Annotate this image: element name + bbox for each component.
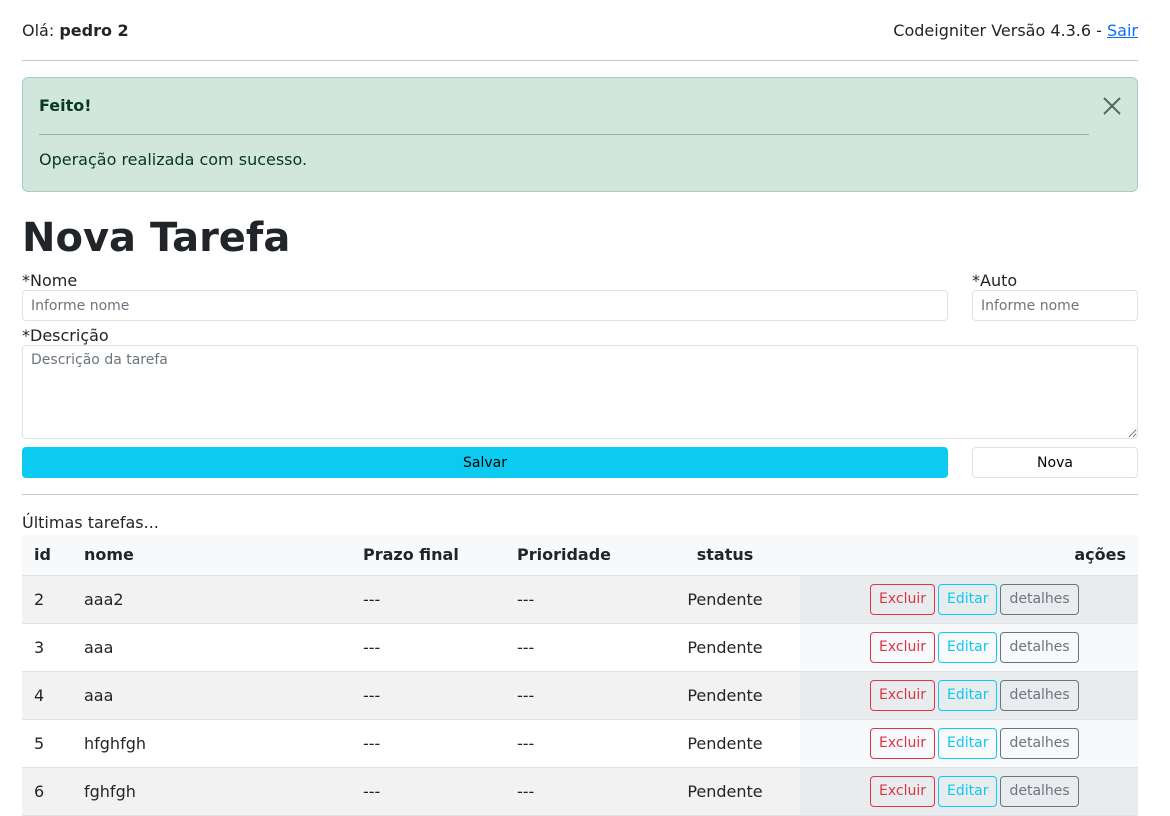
- cell-actions: Excluir Editar detalhes: [800, 623, 1138, 672]
- edit-button[interactable]: Editar: [938, 727, 998, 759]
- list-caption: Últimas tarefas...: [22, 513, 159, 532]
- cell-status: Pendente: [650, 719, 800, 768]
- cell-status: Pendente: [650, 575, 800, 624]
- descricao-label: *Descrição: [22, 326, 109, 345]
- delete-button[interactable]: Excluir: [870, 631, 935, 663]
- auto-group: *Auto: [972, 268, 1138, 321]
- cell-prioridade: ---: [505, 671, 650, 720]
- cell-prazo: ---: [351, 767, 505, 816]
- table-row: 5 hfghfgh --- --- Pendente Excluir Editar…: [22, 719, 1138, 768]
- details-button[interactable]: detalhes: [1000, 631, 1079, 663]
- col-prazo: Prazo final: [351, 535, 505, 576]
- cell-prioridade: ---: [505, 719, 650, 768]
- table-row: 4 aaa --- --- Pendente Excluir Editar deta…: [22, 671, 1138, 720]
- page-title: Nova Tarefa: [22, 215, 291, 261]
- save-button[interactable]: Salvar: [22, 447, 948, 478]
- success-alert: Feito! Operação realizada com sucesso.: [22, 77, 1138, 192]
- version-text: Codeigniter Versão 4.3.6 -: [893, 20, 1102, 40]
- alert-title: Feito!: [39, 96, 92, 115]
- col-status: status: [650, 535, 800, 576]
- table-header-row: id nome Prazo final Prioridade status aç…: [22, 535, 1138, 576]
- details-button[interactable]: detalhes: [1000, 775, 1079, 807]
- topbar: Olá: pedro 2 Codeigniter Versão 4.3.6 - …: [22, 0, 1138, 61]
- tasks-table: id nome Prazo final Prioridade status aç…: [22, 535, 1138, 816]
- cell-prazo: ---: [351, 719, 505, 768]
- descricao-textarea[interactable]: [22, 345, 1138, 439]
- nome-input[interactable]: [22, 290, 948, 321]
- table-row: 3 aaa --- --- Pendente Excluir Editar deta…: [22, 623, 1138, 672]
- cell-actions: Excluir Editar detalhes: [800, 719, 1138, 768]
- cell-nome: fghfgh: [72, 767, 351, 816]
- cell-actions: Excluir Editar detalhes: [800, 671, 1138, 720]
- cell-actions: Excluir Editar detalhes: [800, 767, 1138, 816]
- form-buttons: Salvar Nova: [22, 447, 1138, 478]
- cell-id: 3: [22, 623, 72, 672]
- cell-status: Pendente: [650, 767, 800, 816]
- greeting-prefix: Olá:: [22, 20, 55, 40]
- cell-status: Pendente: [650, 623, 800, 672]
- cell-prazo: ---: [351, 623, 505, 672]
- delete-button[interactable]: Excluir: [870, 679, 935, 711]
- edit-button[interactable]: Editar: [938, 583, 998, 615]
- user-name: pedro 2: [59, 20, 129, 40]
- col-prioridade: Prioridade: [505, 535, 650, 576]
- close-icon[interactable]: [1101, 95, 1123, 117]
- details-button[interactable]: detalhes: [1000, 679, 1079, 711]
- cell-nome: hfghfgh: [72, 719, 351, 768]
- auto-label: *Auto: [972, 271, 1018, 290]
- cell-id: 2: [22, 575, 72, 624]
- cell-actions: Excluir Editar detalhes: [800, 575, 1138, 624]
- cell-nome: aaa2: [72, 575, 351, 624]
- cell-prazo: ---: [351, 575, 505, 624]
- col-acoes: ações: [800, 535, 1138, 576]
- cell-prioridade: ---: [505, 623, 650, 672]
- delete-button[interactable]: Excluir: [870, 727, 935, 759]
- details-button[interactable]: detalhes: [1000, 727, 1079, 759]
- cell-id: 4: [22, 671, 72, 720]
- delete-button[interactable]: Excluir: [870, 583, 935, 615]
- edit-button[interactable]: Editar: [938, 679, 998, 711]
- cell-status: Pendente: [650, 671, 800, 720]
- descricao-group: *Descrição: [22, 323, 1138, 439]
- cell-id: 5: [22, 719, 72, 768]
- table-row: 2 aaa2 --- --- Pendente Excluir Editar det…: [22, 575, 1138, 624]
- cell-nome: aaa: [72, 671, 351, 720]
- nome-label: *Nome: [22, 271, 78, 290]
- details-button[interactable]: detalhes: [1000, 583, 1079, 615]
- cell-prioridade: ---: [505, 575, 650, 624]
- col-id: id: [22, 535, 72, 576]
- edit-button[interactable]: Editar: [938, 631, 998, 663]
- auto-input[interactable]: [972, 290, 1138, 321]
- logout-link[interactable]: Sair: [1107, 21, 1138, 40]
- greeting: Olá: pedro 2: [22, 21, 129, 40]
- cell-id: 6: [22, 767, 72, 816]
- page: Olá: pedro 2 Codeigniter Versão 4.3.6 - …: [0, 0, 1170, 816]
- alert-divider: [39, 134, 1089, 135]
- cell-prazo: ---: [351, 671, 505, 720]
- table-row: 6 fghfgh --- --- Pendente Excluir Editar d…: [22, 767, 1138, 816]
- alert-message: Operação realizada com sucesso.: [39, 150, 308, 169]
- cell-nome: aaa: [72, 623, 351, 672]
- col-nome: nome: [72, 535, 351, 576]
- new-button[interactable]: Nova: [972, 447, 1138, 478]
- nome-group: *Nome: [22, 268, 948, 321]
- delete-button[interactable]: Excluir: [870, 775, 935, 807]
- cell-prioridade: ---: [505, 767, 650, 816]
- version-area: Codeigniter Versão 4.3.6 - Sair: [893, 21, 1138, 40]
- form-row-1: *Nome *Auto: [22, 268, 1138, 321]
- edit-button[interactable]: Editar: [938, 775, 998, 807]
